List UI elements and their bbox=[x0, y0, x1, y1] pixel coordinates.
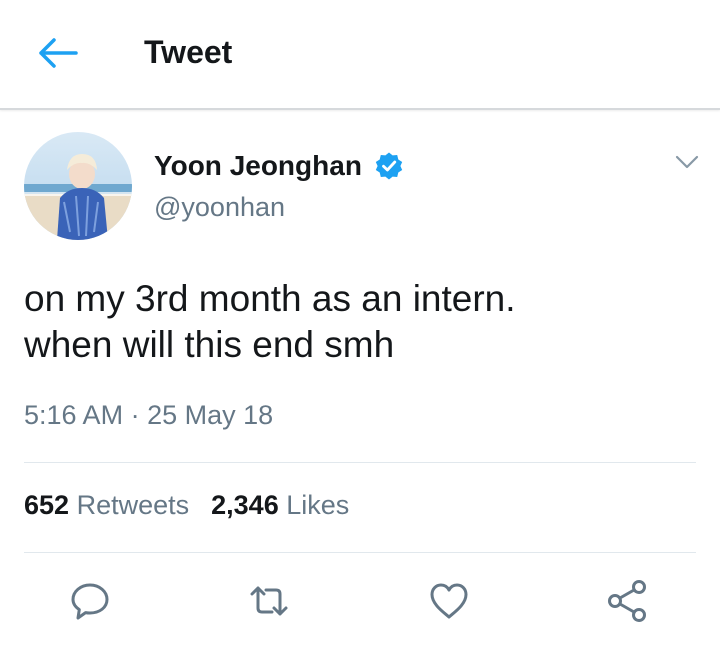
retweets-label: Retweets bbox=[76, 490, 190, 520]
app-header: Tweet bbox=[0, 0, 720, 110]
reply-icon bbox=[71, 583, 109, 620]
tweet-timestamp: 5:16 AM · 25 May 18 bbox=[24, 400, 273, 431]
heart-icon bbox=[430, 583, 468, 619]
back-button[interactable] bbox=[36, 36, 78, 70]
retweets-count: 652 bbox=[24, 490, 70, 520]
tweet-time: 5:16 AM bbox=[24, 400, 124, 430]
likes-stat[interactable]: 2,346 Likes bbox=[211, 490, 349, 520]
tweet-stats: 652 Retweets 2,346 Likes bbox=[24, 490, 349, 521]
tweet-date: 25 May 18 bbox=[147, 400, 274, 430]
reply-button[interactable] bbox=[67, 578, 113, 624]
likes-label: Likes bbox=[286, 490, 350, 520]
share-button[interactable] bbox=[604, 578, 650, 624]
user-handle[interactable]: @yoonhan bbox=[154, 192, 285, 223]
avatar[interactable] bbox=[24, 132, 132, 240]
arrow-left-icon bbox=[39, 38, 78, 68]
like-button[interactable] bbox=[426, 578, 472, 624]
divider bbox=[24, 552, 696, 553]
likes-count: 2,346 bbox=[211, 490, 279, 520]
retweet-icon bbox=[250, 586, 288, 616]
retweets-stat[interactable]: 652 Retweets bbox=[24, 490, 189, 520]
chevron-down-icon bbox=[675, 155, 699, 169]
retweet-button[interactable] bbox=[246, 578, 292, 624]
more-options-button[interactable] bbox=[672, 150, 702, 174]
tweet-text: on my 3rd month as an intern. when will … bbox=[24, 278, 516, 365]
display-name[interactable]: Yoon Jeonghan bbox=[154, 150, 362, 182]
page-title: Tweet bbox=[144, 34, 233, 70]
divider bbox=[24, 462, 696, 463]
timestamp-separator: · bbox=[130, 400, 140, 430]
share-icon bbox=[608, 580, 646, 622]
verified-badge-icon bbox=[375, 152, 403, 180]
avatar-photo bbox=[24, 132, 132, 240]
